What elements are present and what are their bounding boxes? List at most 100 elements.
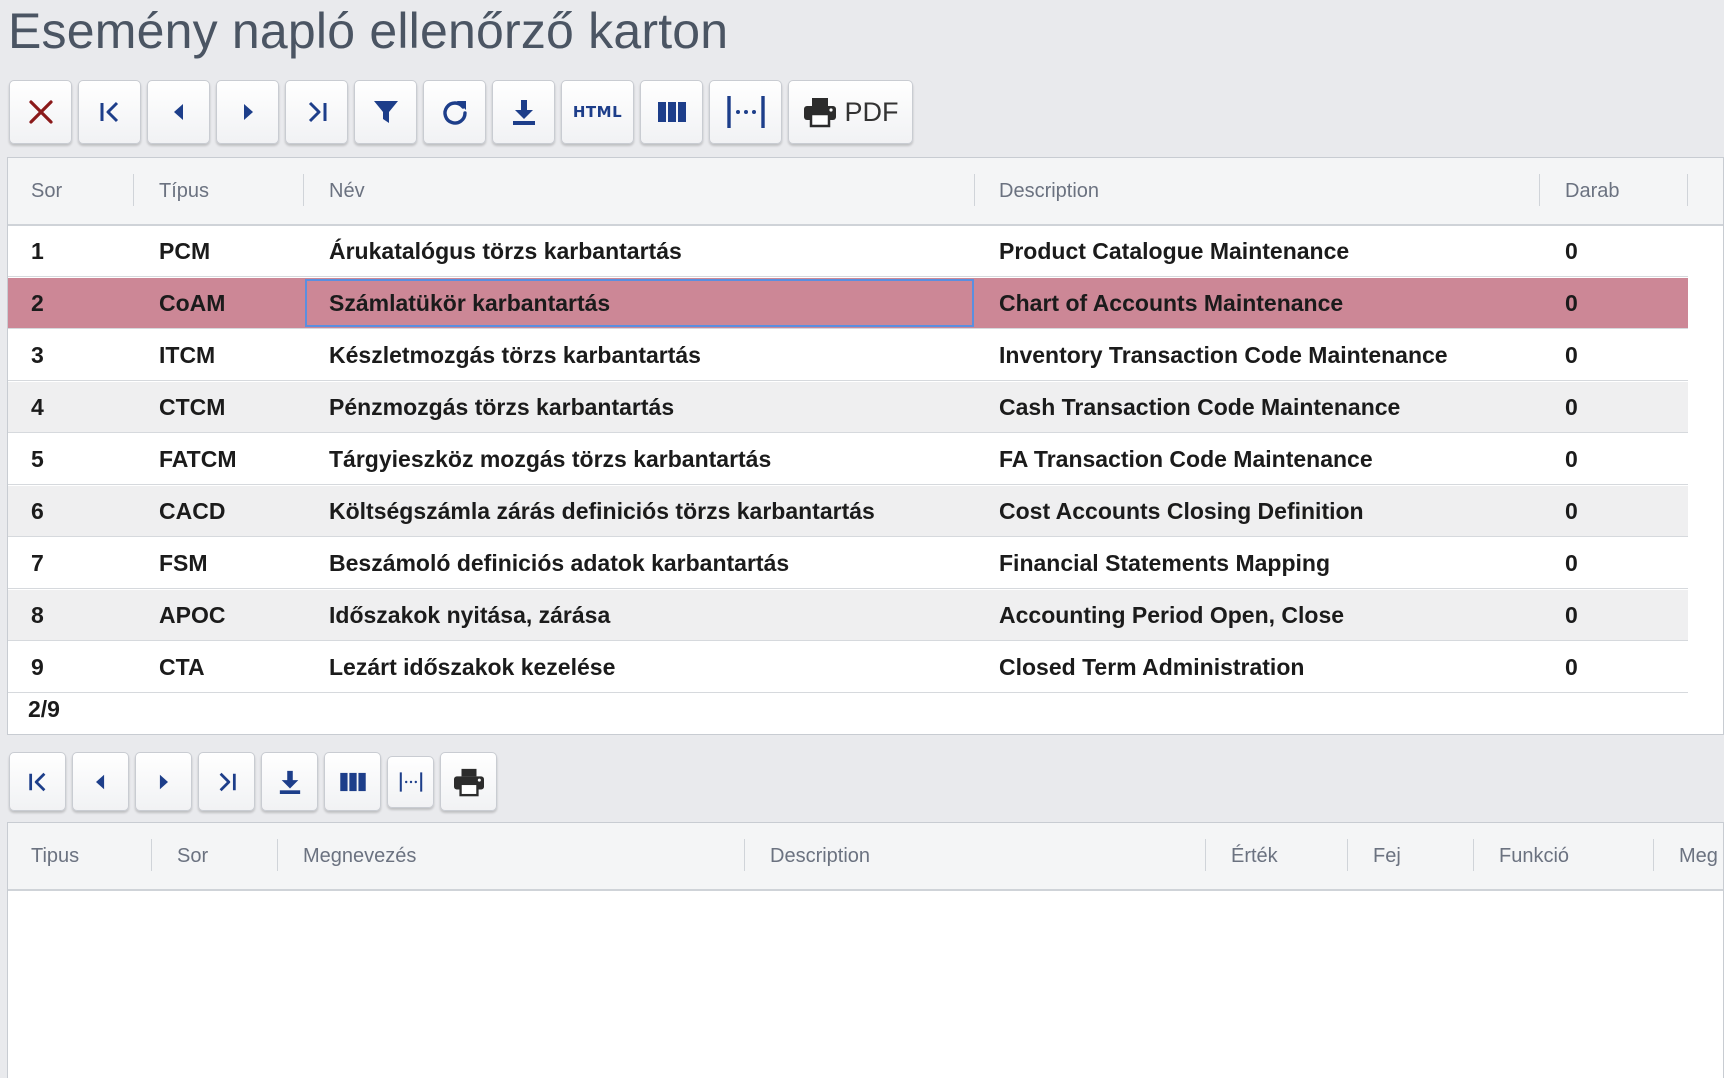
cell-nev: Árukatalógus törzs karbantartás: [329, 238, 682, 264]
first-page-icon: [100, 101, 118, 123]
cell-tipus: FATCM: [159, 446, 237, 472]
table-row[interactable]: 4 CTCM Pénzmozgás törzs karbantartás Cas…: [8, 382, 1688, 433]
columns-icon: [339, 772, 366, 791]
filter-button[interactable]: [354, 80, 417, 144]
column-divider[interactable]: [1653, 839, 1654, 871]
column-header-meg[interactable]: Meg: [1679, 823, 1718, 889]
cell-nev: Lezárt időszakok kezelése: [329, 654, 616, 680]
table-row[interactable]: 5 FATCM Tárgyieszköz mozgás törzs karban…: [8, 434, 1688, 485]
column-divider[interactable]: [744, 839, 745, 871]
detail-toolbar: [9, 752, 503, 811]
next-page-icon: [159, 774, 168, 789]
cell-sor: 8: [31, 602, 44, 628]
last-page-icon: [219, 772, 236, 791]
cell-description: Product Catalogue Maintenance: [999, 238, 1350, 264]
cell-nev: Beszámoló definiciós adatok karbantartás: [329, 550, 790, 576]
cell-nev: Tárgyieszköz mozgás törzs karbantartás: [329, 446, 772, 472]
column-header-fej[interactable]: Fej: [1373, 823, 1401, 889]
table-row[interactable]: 6 CACD Költségszámla zárás definiciós tö…: [8, 486, 1688, 537]
close-button[interactable]: [9, 80, 72, 144]
column-header-darab[interactable]: Darab: [1565, 158, 1619, 224]
cell-nev: Költségszámla zárás definiciós törzs kar…: [329, 498, 875, 524]
last-page-icon: [308, 101, 326, 123]
download-button[interactable]: [261, 752, 318, 811]
cell-darab: 0: [1565, 342, 1578, 368]
columns-button[interactable]: [324, 752, 381, 811]
cell-nev: Számlatükör karbantartás: [329, 290, 611, 316]
table-row[interactable]: 3 ITCM Készletmozgás törzs karbantartás …: [8, 330, 1688, 381]
refresh-icon: [442, 101, 467, 125]
column-header-megnevezes[interactable]: Megnevezés: [303, 823, 416, 889]
column-divider[interactable]: [1347, 839, 1348, 871]
cell-description: FA Transaction Code Maintenance: [999, 446, 1373, 472]
next-page-button[interactable]: [135, 752, 192, 811]
column-divider[interactable]: [1687, 174, 1688, 206]
table-row[interactable]: 1 PCM Árukatalógus törzs karbantartás Pr…: [8, 226, 1688, 277]
cell-description: Cost Accounts Closing Definition: [999, 498, 1364, 524]
cell-description: Cash Transaction Code Maintenance: [999, 394, 1401, 420]
fit-columns-button[interactable]: [387, 755, 434, 808]
cell-tipus: CTCM: [159, 394, 226, 420]
download-icon: [279, 770, 300, 794]
cell-tipus: CTA: [159, 654, 205, 680]
column-header-description[interactable]: Description: [770, 823, 870, 889]
first-page-icon: [28, 772, 45, 791]
prev-page-button[interactable]: [147, 80, 210, 144]
table-row[interactable]: 9 CTA Lezárt időszakok kezelése Closed T…: [8, 642, 1688, 693]
cell-sor: 5: [31, 446, 44, 472]
cell-sor: 9: [31, 654, 44, 680]
next-page-button[interactable]: [216, 80, 279, 144]
column-header-nev[interactable]: Név: [329, 158, 365, 224]
download-button[interactable]: [492, 80, 555, 144]
cell-description: Inventory Transaction Code Maintenance: [999, 342, 1448, 368]
column-header-ertek[interactable]: Érték: [1231, 823, 1278, 889]
column-divider[interactable]: [303, 174, 304, 206]
pdf-print-button[interactable]: PDF: [788, 80, 913, 144]
first-page-button[interactable]: [9, 752, 66, 811]
column-divider[interactable]: [1539, 174, 1540, 206]
column-divider[interactable]: [1473, 839, 1474, 871]
html-export-button[interactable]: HTML: [561, 80, 634, 144]
table-row[interactable]: 7 FSM Beszámoló definiciós adatok karban…: [8, 538, 1688, 589]
table-row[interactable]: 8 APOC Időszakok nyitása, zárása Account…: [8, 590, 1688, 641]
column-header-tipus[interactable]: Típus: [159, 158, 209, 224]
first-page-button[interactable]: [78, 80, 141, 144]
fit-columns-icon: [726, 96, 765, 128]
column-header-funkcio[interactable]: Funkció: [1499, 823, 1569, 889]
next-page-icon: [243, 104, 253, 120]
cell-description: Chart of Accounts Maintenance: [999, 290, 1344, 316]
print-button[interactable]: [440, 752, 497, 811]
column-divider[interactable]: [974, 174, 975, 206]
column-divider[interactable]: [1205, 839, 1206, 871]
refresh-button[interactable]: [423, 80, 486, 144]
cell-darab: 0: [1565, 238, 1578, 264]
cell-darab: 0: [1565, 550, 1578, 576]
print-icon: [453, 768, 484, 796]
columns-button[interactable]: [640, 80, 703, 144]
pdf-label: PDF: [844, 96, 899, 127]
last-page-button[interactable]: [285, 80, 348, 144]
fit-columns-button[interactable]: [709, 80, 782, 144]
column-header-sor[interactable]: Sor: [31, 158, 62, 224]
cell-tipus: CACD: [159, 498, 226, 524]
columns-icon: [657, 102, 686, 122]
column-divider[interactable]: [277, 839, 278, 871]
column-divider[interactable]: [151, 839, 152, 871]
last-page-button[interactable]: [198, 752, 255, 811]
column-header-tipus[interactable]: Tipus: [31, 823, 79, 889]
table-row-selected[interactable]: 2 CoAM Számlatükör karbantartás Chart of…: [8, 278, 1688, 329]
column-divider[interactable]: [133, 174, 134, 206]
cell-tipus: ITCM: [159, 342, 216, 368]
cell-darab: 0: [1565, 394, 1578, 420]
filter-icon: [373, 101, 398, 123]
cell-darab: 0: [1565, 602, 1578, 628]
cell-tipus: CoAM: [159, 290, 226, 316]
prev-page-icon: [173, 104, 183, 120]
cell-sor: 6: [31, 498, 44, 524]
prev-page-button[interactable]: [72, 752, 129, 811]
cell-description: Accounting Period Open, Close: [999, 602, 1345, 628]
cell-description: Financial Statements Mapping: [999, 550, 1330, 576]
column-header-sor[interactable]: Sor: [177, 823, 208, 889]
column-header-description[interactable]: Description: [999, 158, 1099, 224]
fit-columns-icon: [399, 771, 422, 792]
